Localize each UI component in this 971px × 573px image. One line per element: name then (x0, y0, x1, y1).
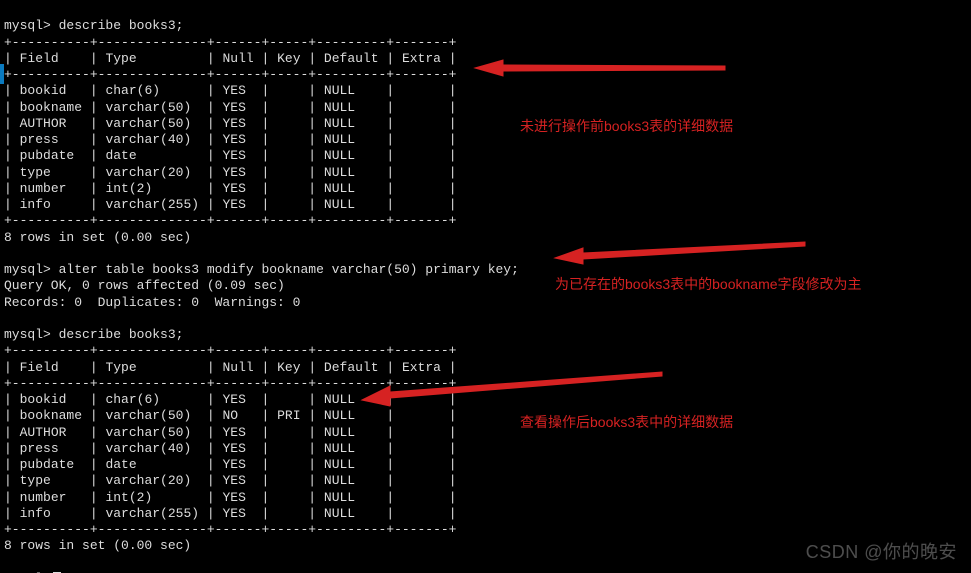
table-header-row: | Field | Type | Null | Key | Default | … (4, 51, 457, 66)
table-row: | number | int(2) | YES | | NULL | | (4, 490, 457, 505)
table-row: | AUTHOR | varchar(50) | YES | | NULL | … (4, 116, 457, 131)
alter-result-line2: Records: 0 Duplicates: 0 Warnings: 0 (4, 295, 300, 310)
result-summary: 8 rows in set (0.00 sec) (4, 538, 191, 553)
table-row: | info | varchar(255) | YES | | NULL | | (4, 197, 457, 212)
table-row: | type | varchar(20) | YES | | NULL | | (4, 165, 457, 180)
table-row: | number | int(2) | YES | | NULL | | (4, 181, 457, 196)
prompt: mysql> (4, 327, 51, 342)
table-border: +----------+--------------+------+-----+… (4, 67, 456, 82)
prompt: mysql> (4, 18, 51, 33)
annotation-text-2: 为已存在的books3表中的bookname字段修改为主 (555, 276, 862, 294)
table-row: | bookname | varchar(50) | YES | | NULL … (4, 100, 457, 115)
table-row: | pubdate | date | YES | | NULL | | (4, 457, 457, 472)
table-row: | AUTHOR | varchar(50) | YES | | NULL | … (4, 425, 457, 440)
table-row: | press | varchar(40) | YES | | NULL | | (4, 132, 457, 147)
annotation-arrow-1 (475, 58, 725, 78)
table-border: +----------+--------------+------+-----+… (4, 522, 456, 537)
table-row: | press | varchar(40) | YES | | NULL | | (4, 441, 457, 456)
command-alter: alter table books3 modify bookname varch… (59, 262, 519, 277)
table-row: | bookid | char(6) | YES | | NULL | | (4, 83, 457, 98)
prompt: mysql> (4, 262, 51, 277)
table-border: +----------+--------------+------+-----+… (4, 343, 456, 358)
table-row: | info | varchar(255) | YES | | NULL | | (4, 506, 457, 521)
command-describe-2: describe books3; (59, 327, 184, 342)
selection-highlight (0, 64, 4, 84)
annotation-arrow-3 (362, 370, 662, 420)
annotation-text-1: 未进行操作前books3表的详细数据 (520, 118, 733, 136)
result-summary: 8 rows in set (0.00 sec) (4, 230, 191, 245)
annotation-text-3: 查看操作后books3表中的详细数据 (520, 414, 733, 432)
table-border: +----------+--------------+------+-----+… (4, 35, 456, 50)
table-row: | type | varchar(20) | YES | | NULL | | (4, 473, 457, 488)
annotation-arrow-2 (555, 238, 805, 264)
table-border: +----------+--------------+------+-----+… (4, 213, 456, 228)
table-row: | pubdate | date | YES | | NULL | | (4, 148, 457, 163)
alter-result-line1: Query OK, 0 rows affected (0.09 sec) (4, 278, 285, 293)
command-describe-1: describe books3; (59, 18, 184, 33)
